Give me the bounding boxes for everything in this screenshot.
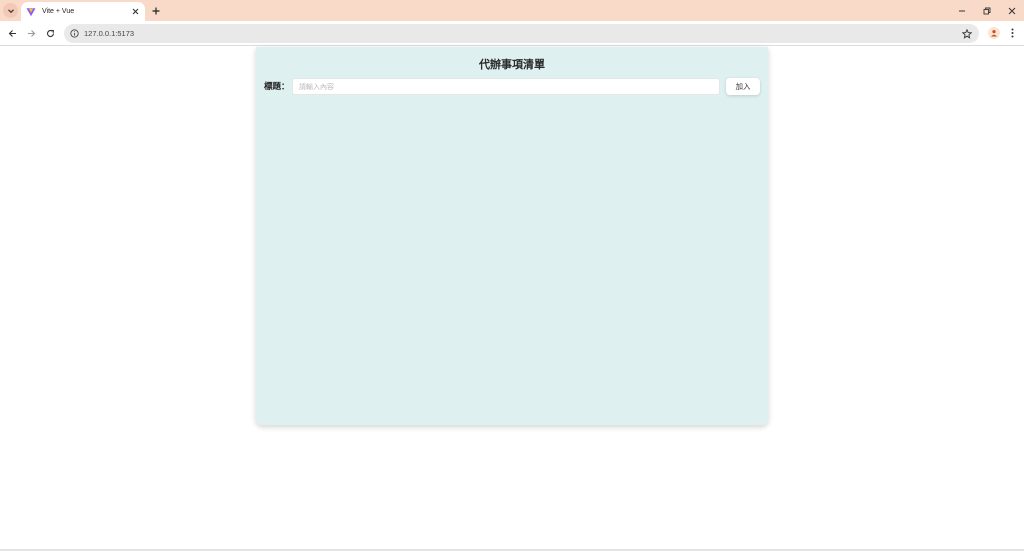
plus-icon [152,7,159,14]
title-label: 標題： [264,82,290,92]
close-icon [132,8,138,15]
back-button[interactable] [5,26,19,40]
todo-card: 代辦事項清單 標題： 加入 [256,47,768,425]
minimize-button[interactable] [949,0,974,21]
address-bar[interactable]: 127.0.0.1:5173 [64,24,979,43]
minimize-icon [958,10,965,11]
browser-toolbar: 127.0.0.1:5173 [0,21,1024,46]
window-controls [949,0,1024,21]
page-viewport: 代辦事項清單 標題： 加入 [0,47,1024,551]
more-vertical-icon [1011,28,1013,38]
forward-button[interactable] [24,26,38,40]
reload-icon [46,29,54,37]
page-title: 代辦事項清單 [479,58,545,71]
browser-tab[interactable]: Vite + Vue [21,2,145,21]
add-todo-form: 標題： 加入 [264,78,760,95]
tab-title: Vite + Vue [42,8,75,15]
site-info-icon[interactable] [69,29,79,39]
address-url[interactable]: 127.0.0.1:5173 [84,29,961,38]
todo-title-input[interactable] [292,78,720,95]
person-icon [991,30,997,37]
tab-strip: Vite + Vue [0,0,1024,21]
close-icon [1008,7,1015,14]
add-button[interactable]: 加入 [726,78,760,95]
tab-search-button[interactable] [3,3,18,18]
chevron-down-icon [7,8,14,13]
close-tab-button[interactable] [129,6,141,18]
new-tab-button[interactable] [149,4,162,17]
restore-icon [983,7,990,14]
close-window-button[interactable] [999,0,1024,21]
restore-button[interactable] [974,0,999,21]
reload-button[interactable] [43,26,57,40]
arrow-right-icon [27,29,35,37]
profile-avatar-button[interactable] [988,27,1000,39]
browser-menu-button[interactable] [1007,27,1017,39]
bookmark-star-icon[interactable] [961,28,972,39]
arrow-left-icon [8,29,16,37]
vite-logo-icon [26,7,36,17]
